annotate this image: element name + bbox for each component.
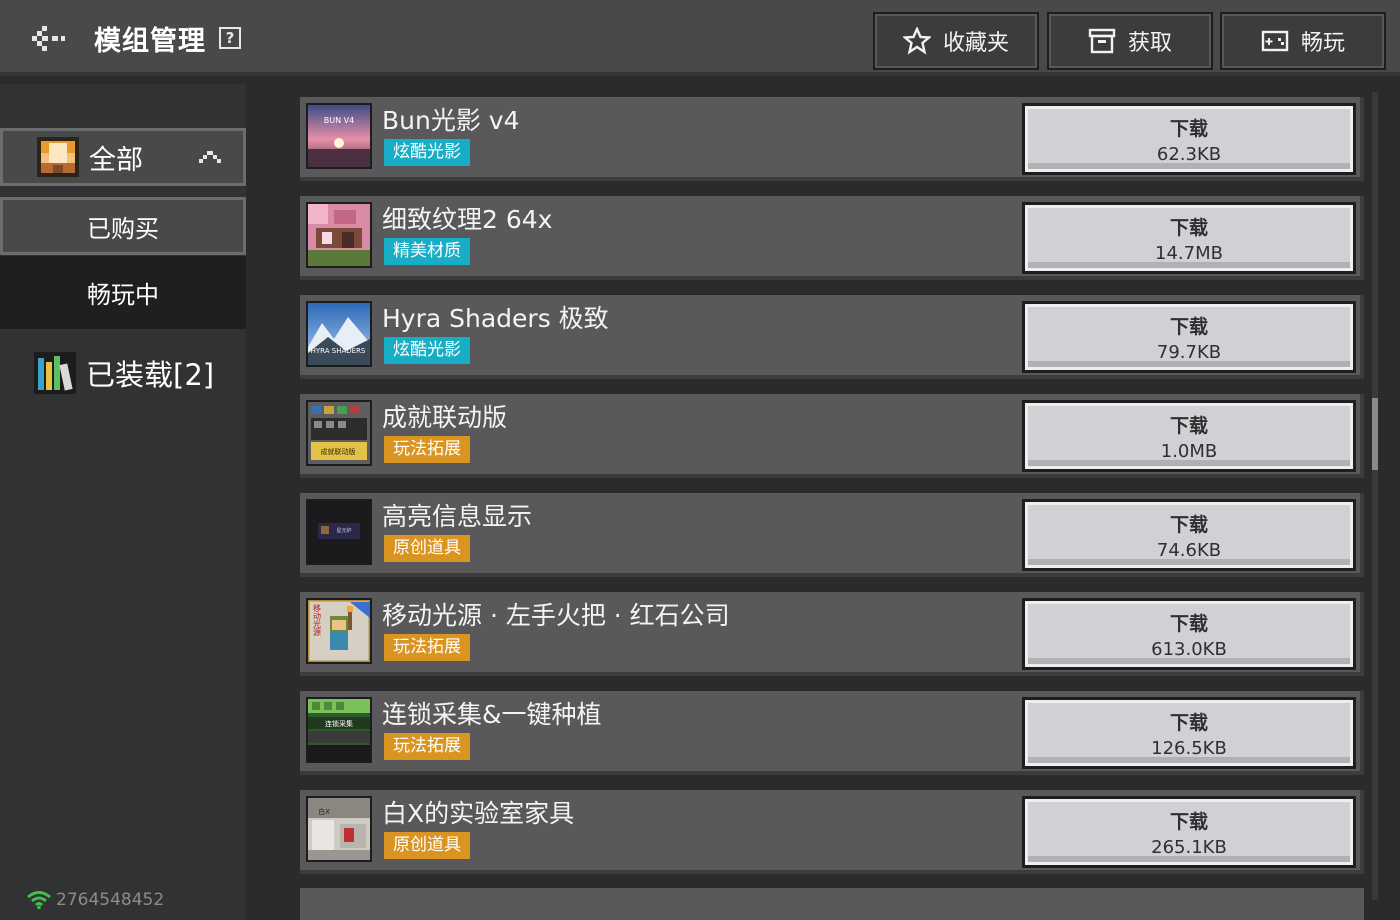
sidebar: 全部 已购买 畅玩中 已装载[2] 2764548452 bbox=[0, 84, 246, 920]
play-label: 畅玩 bbox=[1300, 31, 1345, 56]
download-button[interactable]: 下载 613.0KB bbox=[1022, 598, 1356, 670]
sidebar-item-purchased[interactable]: 已购买 bbox=[0, 197, 246, 255]
mod-name: 细致纹理2 64x bbox=[382, 205, 553, 234]
download-button[interactable]: 下载 126.5KB bbox=[1022, 697, 1356, 769]
sidebar-all-label: 全部 bbox=[89, 144, 143, 176]
star-icon bbox=[902, 27, 931, 55]
mod-tag: 炫酷光影 bbox=[384, 139, 470, 166]
get-button[interactable]: 获取 bbox=[1047, 12, 1213, 70]
mod-name: 连锁采集&一键种植 bbox=[382, 700, 602, 729]
thumb-text: 星元炉 bbox=[336, 527, 351, 534]
sidebar-playing-label: 畅玩中 bbox=[87, 281, 159, 309]
mod-thumbnail: 成就联动版 bbox=[306, 400, 372, 466]
mod-thumbnail: 白X bbox=[306, 796, 372, 862]
mod-thumbnail: 连锁采集 bbox=[306, 697, 372, 763]
download-label: 下载 bbox=[1169, 118, 1208, 140]
download-button[interactable]: 下载 1.0MB bbox=[1022, 400, 1356, 472]
mod-tag: 精美材质 bbox=[384, 238, 470, 265]
sidebar-item-installed[interactable]: 已装载[2] bbox=[34, 352, 214, 394]
get-label: 获取 bbox=[1127, 31, 1172, 56]
thumb-text: 连锁采集 bbox=[325, 719, 353, 728]
list-item[interactable]: 白X 白X的实验室家具 原创道具 下载 265.1KB bbox=[300, 790, 1364, 874]
wifi-icon bbox=[27, 891, 51, 909]
download-size: 62.3KB bbox=[1156, 144, 1222, 165]
list-item[interactable]: 移动光源 移动光源 · 左手火把 · 红石公司 玩法拓展 下载 613.0KB bbox=[300, 592, 1364, 676]
download-label: 下载 bbox=[1169, 712, 1208, 734]
mod-thumbnail: BUN V4 bbox=[306, 103, 372, 169]
library-icon bbox=[34, 352, 76, 394]
download-size: 265.1KB bbox=[1151, 837, 1227, 858]
download-button[interactable]: 下载 74.6KB bbox=[1022, 499, 1356, 571]
thumb-text: BUN V4 bbox=[324, 116, 354, 125]
user-id: 2764548452 bbox=[26, 890, 164, 910]
download-size: 14.7MB bbox=[1155, 243, 1223, 264]
list-item[interactable]: BUN V4 Bun光影 v4 炫酷光影 下载 62.3KB bbox=[300, 97, 1364, 181]
favorites-label: 收藏夹 bbox=[942, 31, 1009, 56]
sidebar-installed-label: 已装载[2] bbox=[86, 358, 215, 392]
gamepad-icon bbox=[1261, 30, 1289, 52]
mod-name: Bun光影 v4 bbox=[382, 106, 520, 135]
list-item[interactable]: HYRA SHADERS Hyra Shaders 极致 炫酷光影 下载 79.… bbox=[300, 295, 1364, 379]
list-item[interactable]: 星元炉 高亮信息显示 原创道具 下载 74.6KB bbox=[300, 493, 1364, 577]
user-id-text: 2764548452 bbox=[56, 890, 165, 910]
download-label: 下载 bbox=[1169, 613, 1208, 635]
all-category-icon bbox=[37, 137, 79, 177]
mod-name: 白X的实验室家具 bbox=[382, 799, 575, 828]
mod-tag: 玩法拓展 bbox=[384, 436, 470, 463]
scrollbar-thumb[interactable] bbox=[1372, 398, 1378, 470]
list-item[interactable]: 连锁采集 连锁采集&一键种植 玩法拓展 下载 126.5KB bbox=[300, 691, 1364, 775]
download-size: 126.5KB bbox=[1151, 738, 1227, 759]
collapse-icon[interactable] bbox=[197, 149, 223, 165]
play-button[interactable]: 畅玩 bbox=[1220, 12, 1386, 70]
download-label: 下载 bbox=[1169, 217, 1208, 239]
thumb-text: HYRA SHADERS bbox=[311, 347, 366, 355]
download-button[interactable]: 下载 14.7MB bbox=[1022, 202, 1356, 274]
list-item-partial[interactable] bbox=[300, 888, 1364, 920]
mod-thumbnail bbox=[306, 202, 372, 268]
mod-thumbnail: 星元炉 bbox=[306, 499, 372, 565]
mod-list: BUN V4 Bun光影 v4 炫酷光影 下载 62.3KB 细致纹理2 64x… bbox=[246, 84, 1400, 920]
download-label: 下载 bbox=[1169, 811, 1208, 833]
mod-thumbnail: HYRA SHADERS bbox=[306, 301, 372, 367]
favorites-button[interactable]: 收藏夹 bbox=[873, 12, 1039, 70]
mod-thumbnail: 移动光源 bbox=[306, 598, 372, 664]
download-button[interactable]: 下载 62.3KB bbox=[1022, 103, 1356, 175]
mod-tag: 炫酷光影 bbox=[384, 337, 470, 364]
download-button[interactable]: 下载 265.1KB bbox=[1022, 796, 1356, 868]
sidebar-item-playing[interactable]: 畅玩中 bbox=[0, 256, 246, 329]
mod-name: 移动光源 · 左手火把 · 红石公司 bbox=[382, 601, 730, 630]
archive-box-icon bbox=[1088, 28, 1116, 54]
scrollbar-track[interactable] bbox=[1372, 92, 1378, 900]
thumb-text: 白X bbox=[318, 807, 330, 816]
mod-name: Hyra Shaders 极致 bbox=[382, 304, 609, 333]
help-icon[interactable]: ? bbox=[219, 27, 241, 49]
mod-tag: 玩法拓展 bbox=[384, 634, 470, 661]
list-item[interactable]: 成就联动版 成就联动版 玩法拓展 下载 1.0MB bbox=[300, 394, 1364, 478]
download-size: 74.6KB bbox=[1156, 540, 1222, 561]
top-bar: 模组管理 ? 收藏夹 获取 畅玩 bbox=[0, 0, 1400, 76]
sidebar-item-all[interactable]: 全部 bbox=[0, 128, 246, 186]
download-size: 79.7KB bbox=[1156, 342, 1222, 363]
page-title: 模组管理 bbox=[94, 26, 206, 57]
mod-tag: 玩法拓展 bbox=[384, 733, 470, 760]
download-button[interactable]: 下载 79.7KB bbox=[1022, 301, 1356, 373]
mod-tag: 原创道具 bbox=[384, 535, 470, 562]
download-label: 下载 bbox=[1169, 415, 1208, 437]
download-label: 下载 bbox=[1169, 316, 1208, 338]
thumb-text: 移动光源 bbox=[313, 603, 322, 637]
sidebar-purchased-label: 已购买 bbox=[87, 214, 159, 243]
thumb-text: 成就联动版 bbox=[321, 447, 356, 456]
mod-name: 高亮信息显示 bbox=[382, 502, 533, 531]
back-arrow-icon[interactable] bbox=[30, 24, 66, 52]
mod-tag: 原创道具 bbox=[384, 832, 470, 859]
mod-name: 成就联动版 bbox=[382, 403, 508, 432]
download-label: 下载 bbox=[1169, 514, 1208, 536]
download-size: 613.0KB bbox=[1151, 639, 1227, 660]
list-item[interactable]: 细致纹理2 64x 精美材质 下载 14.7MB bbox=[300, 196, 1364, 280]
download-size: 1.0MB bbox=[1160, 441, 1218, 462]
